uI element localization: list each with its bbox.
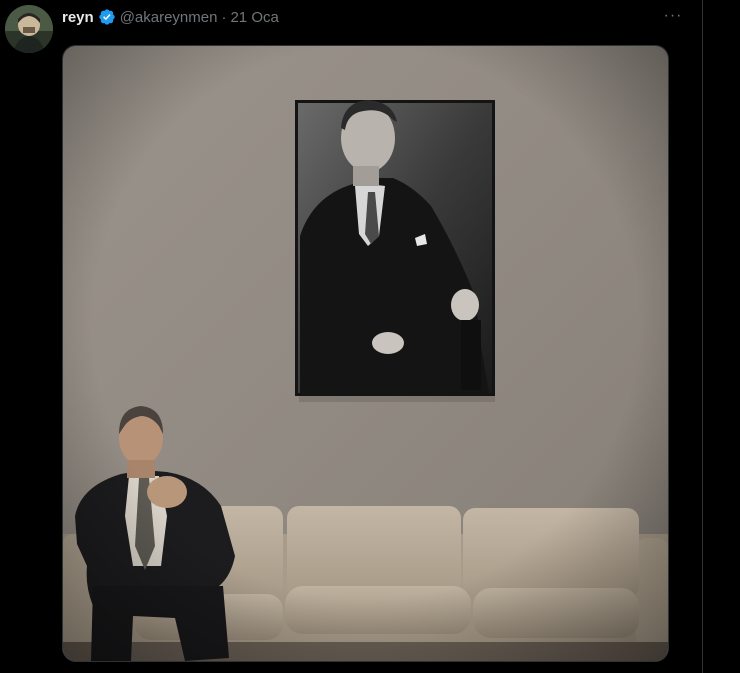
handle[interactable]: @akareynmen <box>120 9 218 26</box>
column-divider <box>702 0 703 673</box>
avatar-image <box>5 5 53 53</box>
timestamp-link[interactable]: 21 Oca <box>230 9 278 26</box>
tweet-header: reyn @akareynmen · 21 Oca <box>62 6 279 28</box>
verified-badge-icon <box>98 8 116 26</box>
display-name[interactable]: reyn <box>62 9 94 26</box>
tweet-photo[interactable] <box>62 45 669 662</box>
more-options-icon[interactable]: ··· <box>656 4 690 28</box>
photo-image <box>63 46 668 661</box>
avatar[interactable] <box>5 5 53 53</box>
separator-dot: · <box>221 8 227 26</box>
app: reyn @akareynmen · 21 Oca ··· <box>0 0 740 673</box>
tweet[interactable]: reyn @akareynmen · 21 Oca ··· <box>0 0 702 673</box>
